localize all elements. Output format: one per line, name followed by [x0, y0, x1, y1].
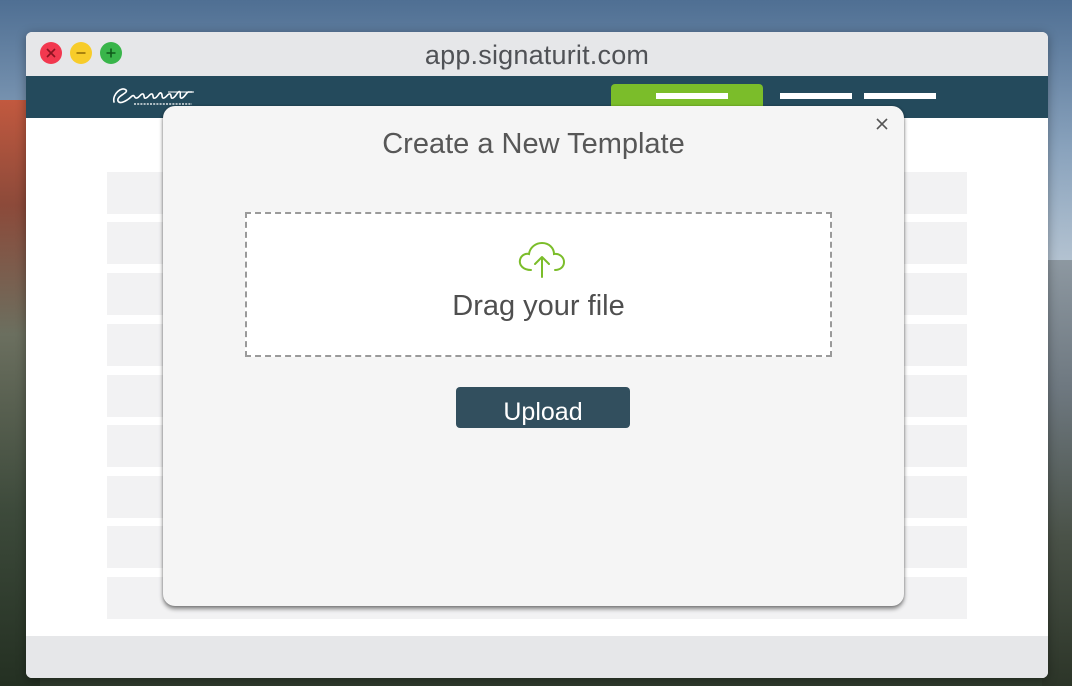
window-footer — [26, 636, 1048, 678]
title-bar: app.signaturit.com — [26, 32, 1048, 76]
create-template-modal: Create a New Template Drag your file Upl… — [163, 106, 904, 606]
dropzone-label: Drag your file — [452, 290, 625, 322]
nav-active-tab-placeholder — [656, 93, 728, 99]
address-bar-url[interactable]: app.signaturit.com — [26, 40, 1048, 71]
file-dropzone[interactable]: Drag your file — [245, 212, 832, 357]
nav-link-1[interactable] — [780, 93, 852, 99]
cloud-upload-icon — [518, 241, 566, 278]
modal-title: Create a New Template — [382, 128, 685, 160]
upload-button[interactable]: Upload — [456, 387, 630, 428]
nav-link-2[interactable] — [864, 93, 936, 99]
